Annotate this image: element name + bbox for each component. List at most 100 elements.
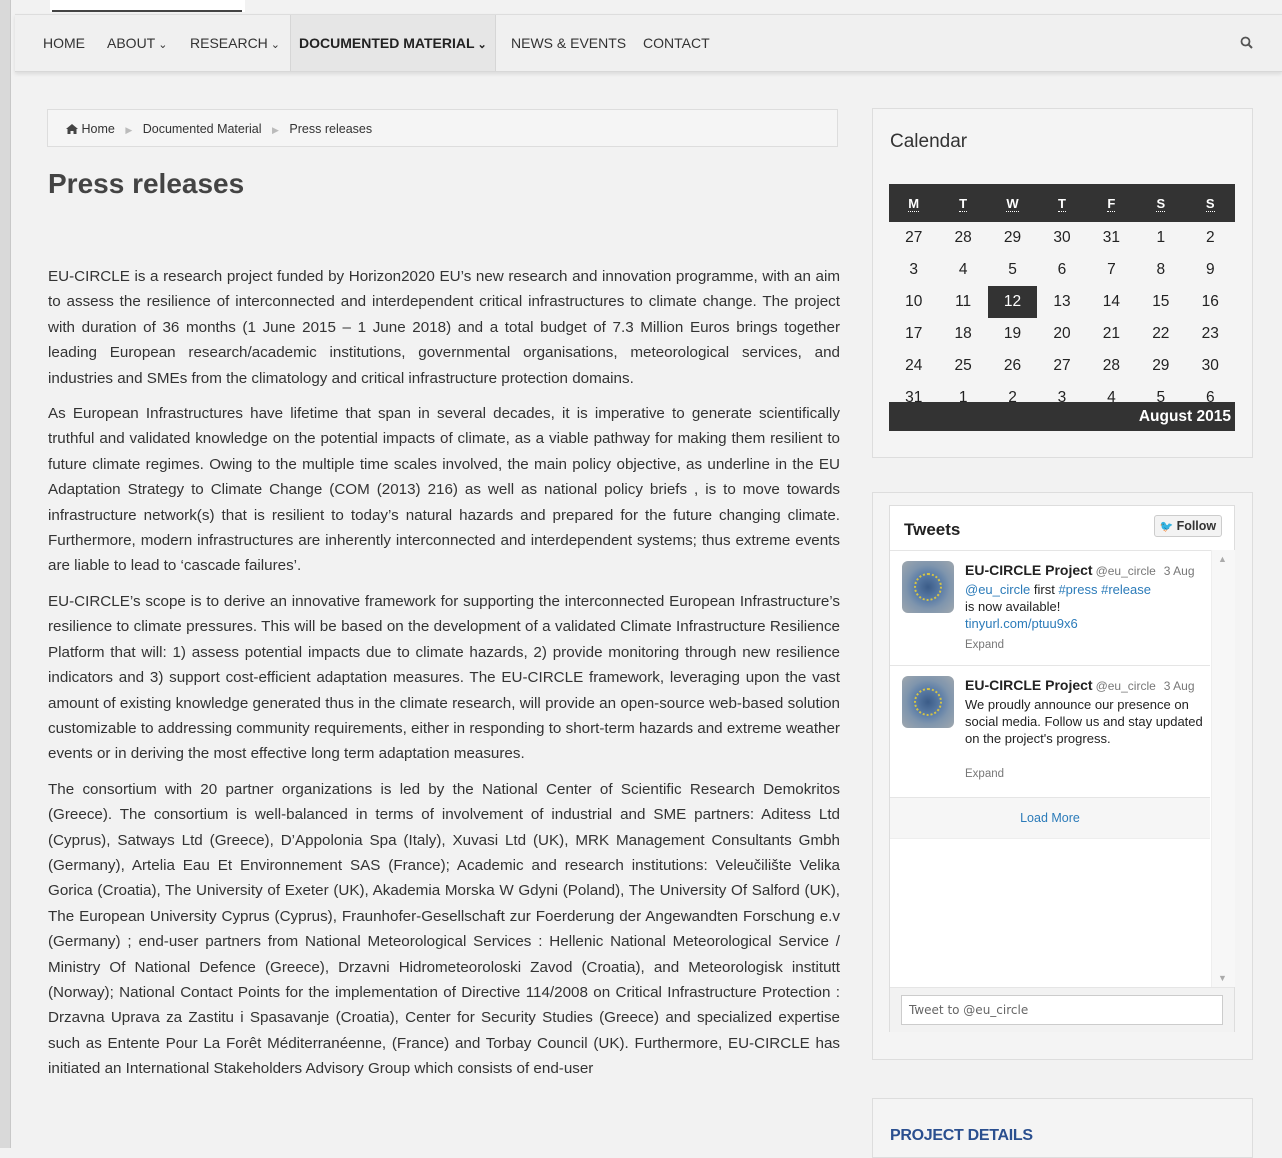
breadcrumb-home[interactable]: Home [81, 122, 114, 136]
calendar-month-caption: August 2015 [889, 402, 1235, 431]
calendar-day: 27 [905, 229, 923, 246]
tweet-to-input[interactable]: Tweet to @eu_circle [901, 995, 1223, 1025]
calendar-week-row: 17 18 19 20 21 22 23 [889, 318, 1235, 350]
chevron-down-icon: ⌄ [158, 39, 168, 51]
calendar-day: 28 [954, 229, 972, 246]
nav-contact[interactable]: CONTACT [643, 15, 710, 71]
header-logo-underline [52, 10, 242, 12]
project-details-title: PROJECT DETAILS [890, 1127, 1033, 1144]
nav-home-label: HOME [43, 35, 85, 51]
tweet-date[interactable]: 3 Aug [1164, 679, 1195, 693]
timeline-scrollbar[interactable]: ▲ ▼ [1211, 550, 1235, 987]
weekday-header: M [889, 184, 939, 222]
weekday-header: T [938, 184, 988, 222]
nav-documented-material[interactable]: DOCUMENTED MATERIAL ⌄ [290, 15, 496, 71]
calendar-day: 29 [1152, 357, 1170, 374]
calendar-day: 8 [1156, 261, 1166, 278]
weekday-header: W [987, 184, 1038, 222]
calendar-week-row: 27 28 29 30 31 1 2 [889, 222, 1235, 254]
calendar-day: 28 [1102, 357, 1121, 374]
calendar-body: 27 28 29 30 31 1 2 3 4 5 6 7 8 9 10 11 12 13 14 15 16 17 18 19 2… [889, 222, 1235, 414]
tweet-text-fragment: is now available! [965, 599, 1061, 614]
tweet-mention[interactable]: @eu_circle [965, 582, 1030, 597]
calendar-day: 13 [1053, 293, 1071, 310]
breadcrumb-separator-icon: ▶ [272, 125, 279, 135]
weekday-header: S [1136, 184, 1186, 222]
calendar-day: 12 [987, 286, 1038, 318]
article-paragraph: EU-CIRCLE’s scope is to derive an innova… [48, 592, 840, 763]
chevron-down-icon: ⌄ [477, 39, 487, 51]
calendar-day: 21 [1102, 325, 1121, 342]
calendar-day: 11 [955, 293, 972, 310]
nav-research[interactable]: RESEARCH ⌄ [190, 15, 280, 71]
tweet-item[interactable]: EU-CIRCLE Project @eu_circle 3 Aug @eu_cir… [890, 550, 1210, 666]
calendar-day: 18 [954, 325, 972, 342]
tweet-text: @eu_circle first #press #release is now … [965, 581, 1205, 632]
calendar-day: 2 [1205, 229, 1215, 246]
tweet-author[interactable]: EU-CIRCLE Project @eu_circle 3 Aug [965, 677, 1195, 693]
tweet-handle: @eu_circle [1095, 679, 1156, 693]
calendar-week-row: 10 11 12 13 14 15 16 [889, 286, 1235, 318]
chevron-down-icon: ⌄ [270, 39, 281, 51]
avatar[interactable] [902, 676, 954, 728]
scroll-up-icon[interactable]: ▲ [1218, 554, 1227, 564]
tweet-hashtag[interactable]: #press [1058, 582, 1097, 597]
calendar-day: 3 [909, 261, 919, 278]
nav-research-label: RESEARCH [190, 35, 268, 51]
calendar-day: 30 [1053, 229, 1071, 246]
calendar-day: 15 [1152, 293, 1170, 310]
tweet-text-fragment: first [1033, 582, 1055, 597]
article-body: EU-CIRCLE is a research project funded b… [48, 264, 840, 1092]
nav-home[interactable]: HOME [43, 15, 85, 71]
tweet-link[interactable]: tinyurl.com/ptuu9x6 [965, 616, 1078, 631]
tweet-hashtag[interactable]: #release [1101, 582, 1151, 597]
left-edge-stripe [0, 0, 11, 1148]
tweet-handle: @eu_circle [1095, 564, 1156, 578]
calendar-day: 4 [958, 261, 968, 278]
tweet-author[interactable]: EU-CIRCLE Project @eu_circle 3 Aug [965, 562, 1195, 578]
load-more-button[interactable]: Load More [890, 798, 1210, 839]
calendar-day: 20 [1053, 325, 1071, 342]
calendar-day: 22 [1152, 325, 1170, 342]
nav-news-events[interactable]: NEWS & EVENTS [511, 15, 626, 71]
project-details-widget: PROJECT DETAILS [872, 1098, 1253, 1158]
article-paragraph: EU-CIRCLE is a research project funded b… [48, 268, 840, 387]
calendar-day: 25 [954, 357, 972, 374]
search-icon[interactable] [1237, 15, 1257, 71]
twitter-bird-icon: 🐦 [1159, 521, 1174, 533]
calendar-day: 31 [1102, 229, 1121, 246]
article-paragraph: As European Infrastructures have lifetim… [48, 405, 840, 575]
calendar-day: 26 [1003, 357, 1022, 374]
calendar-day: 6 [1057, 261, 1067, 278]
home-icon [66, 122, 78, 136]
calendar-day: 9 [1205, 261, 1215, 278]
calendar-week-row: 24 25 26 27 28 29 30 [889, 350, 1235, 382]
nav-contact-label: CONTACT [643, 35, 710, 51]
follow-label: Follow [1176, 519, 1217, 533]
nav-about-label: ABOUT [107, 35, 156, 51]
follow-button[interactable]: 🐦 Follow [1154, 515, 1222, 537]
scroll-down-icon[interactable]: ▼ [1218, 973, 1227, 983]
page-title: Press releases [48, 168, 245, 199]
timeline-title: Tweets [904, 520, 961, 539]
nav-about[interactable]: ABOUT ⌄ [107, 15, 167, 71]
avatar[interactable] [902, 561, 954, 613]
tweet-item[interactable]: EU-CIRCLE Project @eu_circle 3 Aug We prou… [890, 665, 1210, 798]
calendar-day: 14 [1102, 293, 1121, 310]
calendar-title: Calendar [890, 131, 968, 152]
calendar-day: 1 [1156, 229, 1166, 246]
breadcrumb-documented-material[interactable]: Documented Material [143, 122, 262, 136]
tweet-expand-link[interactable]: Expand [965, 639, 1004, 651]
calendar-table: M T W T F S S 27 28 29 30 31 1 2 3 4 5 6 7 8 9 10 11 12 1… [889, 184, 1235, 414]
weekday-header: F [1086, 184, 1137, 222]
timeline-footer: Tweet to @eu_circle [890, 987, 1234, 1032]
calendar-day: 27 [1053, 357, 1071, 374]
calendar-day: 24 [905, 357, 923, 374]
breadcrumb-separator-icon: ▶ [125, 125, 133, 135]
weekday-header: T [1037, 184, 1087, 222]
tweet-expand-link[interactable]: Expand [965, 768, 1004, 780]
nav-news-events-label: NEWS & EVENTS [511, 35, 627, 51]
article-paragraph: The consortium with 20 partner organizat… [48, 780, 840, 1078]
tweet-date[interactable]: 3 Aug [1164, 564, 1195, 578]
calendar-day: 29 [1003, 229, 1022, 246]
